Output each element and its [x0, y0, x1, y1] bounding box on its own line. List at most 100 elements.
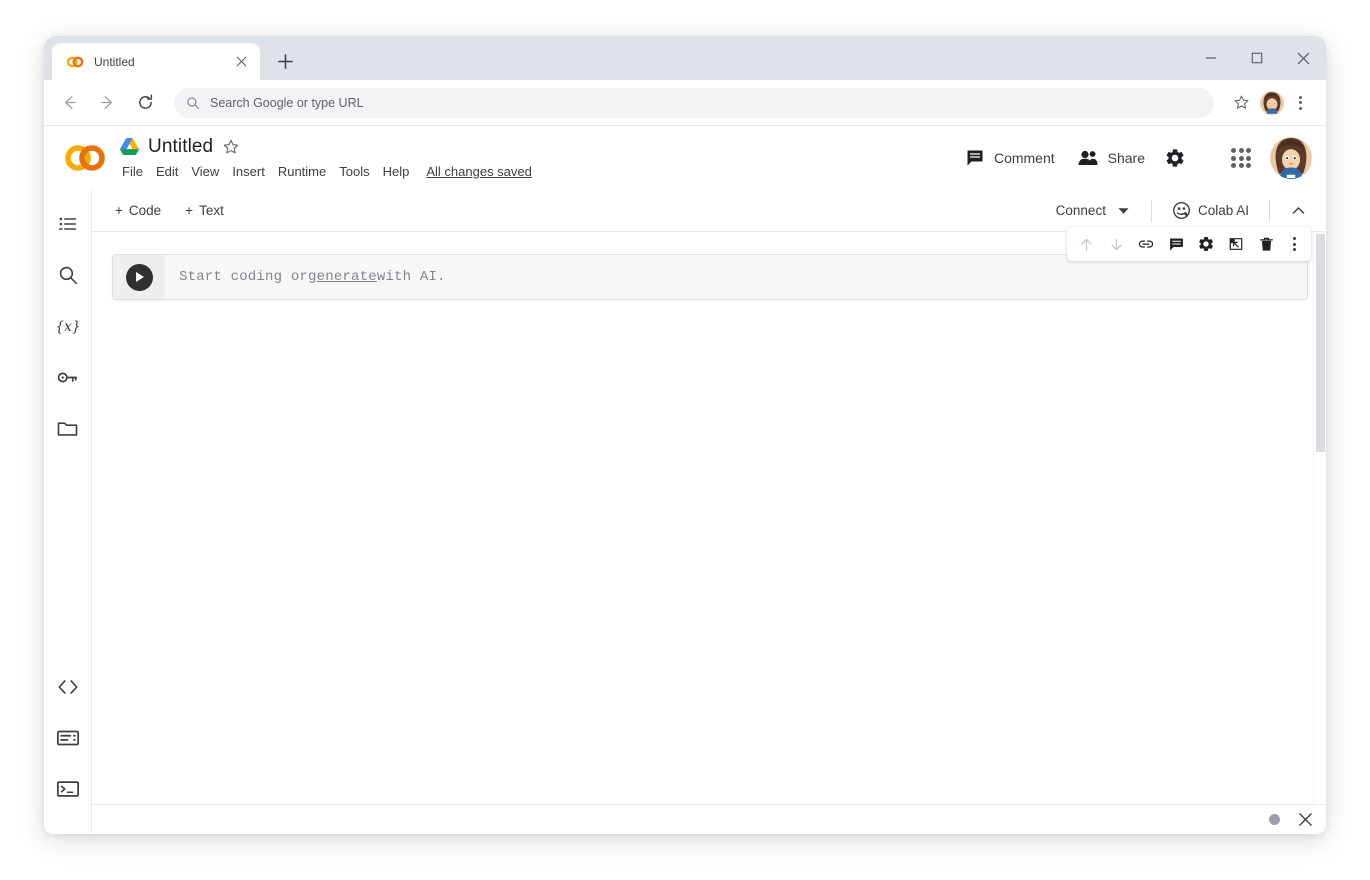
comment-icon[interactable] — [1162, 230, 1190, 258]
cell-toolbar — [1067, 227, 1311, 261]
save-status[interactable]: All changes saved — [426, 164, 532, 179]
scrollbar-thumb[interactable] — [1316, 234, 1325, 452]
arrow-down-icon[interactable] — [1102, 230, 1130, 258]
window-controls — [1188, 36, 1326, 80]
browser-window: Untitled — [44, 36, 1326, 834]
sidebar-item-toc[interactable] — [48, 204, 88, 244]
search-icon — [57, 264, 79, 286]
new-tab-button[interactable] — [270, 46, 300, 76]
menu-help[interactable]: Help — [383, 164, 410, 179]
google-drive-icon — [120, 138, 139, 155]
close-icon[interactable] — [1296, 811, 1314, 829]
document-title-block: Untitled File Edit View Insert Runtime T… — [120, 134, 532, 183]
link-icon[interactable] — [1132, 230, 1160, 258]
star-icon[interactable] — [1224, 86, 1258, 120]
mirror-tab-icon[interactable] — [1222, 230, 1250, 258]
arrow-up-icon[interactable] — [1072, 230, 1100, 258]
comment-icon — [965, 148, 985, 168]
notebook-scroll-region: Start coding or generate with AI. — [92, 232, 1313, 804]
sidebar-item-terminal[interactable] — [48, 769, 88, 809]
header-actions: Comment Share — [954, 137, 1312, 179]
triangle-down-icon — [1118, 207, 1129, 215]
tab-strip: Untitled — [44, 36, 1326, 80]
add-text-label: Text — [199, 203, 224, 218]
browser-tab[interactable]: Untitled — [52, 43, 260, 80]
menu-view[interactable]: View — [191, 164, 219, 179]
cell-placeholder-suffix: with AI. — [377, 269, 446, 285]
plus-icon: + — [115, 204, 123, 218]
cell-gutter — [113, 255, 165, 299]
tab-title: Untitled — [94, 55, 222, 69]
sidebar-item-secrets[interactable] — [48, 357, 88, 397]
colab-co-logo[interactable] — [62, 143, 108, 173]
add-code-cell-button[interactable]: + Code — [106, 198, 170, 223]
window-close-icon[interactable] — [1280, 36, 1326, 80]
menu-bar: File Edit View Insert Runtime Tools Help… — [120, 161, 532, 183]
notebook-canvas: Start coding or generate with AI. — [92, 232, 1326, 804]
notebook-area: + Code + Text Connect — [92, 190, 1326, 834]
variables-braces-icon: {x} — [55, 315, 81, 337]
address-bar[interactable]: Search Google or type URL — [174, 88, 1214, 118]
maximize-icon[interactable] — [1234, 36, 1280, 80]
apps-grid-icon[interactable] — [1222, 139, 1260, 177]
notebook-toolbar: + Code + Text Connect — [92, 190, 1326, 232]
colab-body: {x} — [44, 190, 1326, 834]
plus-icon: + — [185, 204, 193, 218]
play-button-icon[interactable] — [126, 264, 153, 291]
grey-dot-icon[interactable] — [1269, 814, 1280, 825]
comment-button[interactable]: Comment — [954, 141, 1066, 175]
page-title[interactable]: Untitled — [148, 136, 213, 158]
toc-list-icon — [57, 213, 79, 235]
menu-edit[interactable]: Edit — [156, 164, 178, 179]
generate-link[interactable]: generate — [308, 269, 377, 285]
sidebar-item-search[interactable] — [48, 255, 88, 295]
toolbar-divider — [1151, 200, 1152, 222]
gear-icon[interactable] — [1156, 139, 1194, 177]
profile-avatar-icon[interactable] — [1260, 91, 1284, 115]
colab-page: Untitled File Edit View Insert Runtime T… — [44, 125, 1326, 834]
browser-toolbar: Search Google or type URL — [44, 80, 1326, 125]
tab-close-icon[interactable] — [232, 53, 250, 71]
star-outline-icon[interactable] — [222, 138, 240, 156]
colab-header: Untitled File Edit View Insert Runtime T… — [44, 126, 1326, 190]
address-bar-placeholder: Search Google or type URL — [210, 96, 364, 110]
notebook-scrollbar[interactable] — [1313, 232, 1326, 804]
arrow-right-icon[interactable] — [90, 86, 124, 120]
colab-co-icon — [66, 53, 84, 71]
add-text-cell-button[interactable]: + Text — [176, 198, 233, 223]
menu-runtime[interactable]: Runtime — [278, 164, 326, 179]
command-palette-icon — [56, 727, 80, 749]
account-avatar-icon[interactable] — [1270, 137, 1312, 179]
connect-label: Connect — [1056, 203, 1106, 218]
folder-icon — [56, 417, 79, 440]
sidebar-item-variables[interactable]: {x} — [48, 306, 88, 346]
minimize-icon[interactable] — [1188, 36, 1234, 80]
gear-icon[interactable] — [1192, 230, 1220, 258]
status-bar — [92, 804, 1326, 834]
sidebar-item-command-palette[interactable] — [48, 718, 88, 758]
add-code-label: Code — [129, 203, 161, 218]
share-button[interactable]: Share — [1066, 141, 1156, 175]
kebab-menu-icon[interactable] — [1282, 230, 1306, 258]
reload-icon[interactable] — [128, 86, 162, 120]
trash-icon[interactable] — [1252, 230, 1280, 258]
code-cell-wrapper: Start coding or generate with AI. — [112, 254, 1308, 300]
connect-button[interactable]: Connect — [1046, 197, 1139, 224]
kebab-menu-icon[interactable] — [1286, 88, 1314, 118]
search-icon — [186, 96, 200, 110]
arrow-left-icon[interactable] — [52, 86, 86, 120]
sidebar-bottom-group — [48, 667, 88, 834]
colab-ai-icon — [1172, 201, 1191, 220]
menu-tools[interactable]: Tools — [339, 164, 369, 179]
sidebar-item-files[interactable] — [48, 408, 88, 448]
browser-toolbar-right — [1224, 86, 1314, 120]
sidebar-item-snippets[interactable] — [48, 667, 88, 707]
colab-ai-button[interactable]: Colab AI — [1164, 195, 1257, 226]
key-icon — [56, 366, 79, 389]
people-icon — [1077, 148, 1099, 168]
cell-editor[interactable]: Start coding or generate with AI. — [165, 255, 1307, 299]
chevron-up-icon[interactable] — [1282, 195, 1314, 227]
colab-ai-label: Colab AI — [1198, 203, 1249, 218]
menu-file[interactable]: File — [122, 164, 143, 179]
menu-insert[interactable]: Insert — [232, 164, 265, 179]
